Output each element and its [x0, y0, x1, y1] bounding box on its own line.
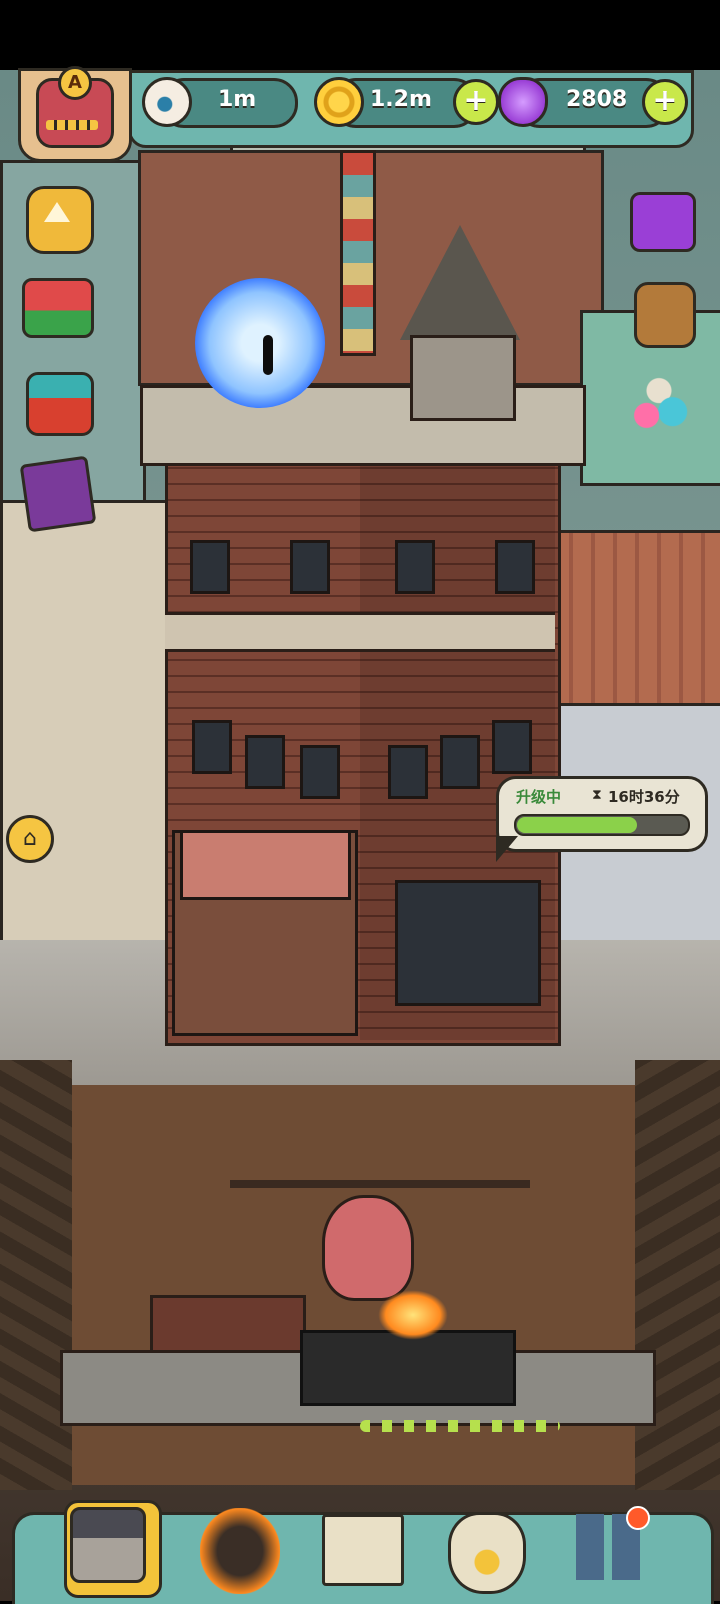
add-coins-button[interactable]: +	[453, 79, 499, 125]
kitchen-shelf	[230, 1180, 530, 1188]
coin-bag-icon[interactable]	[448, 1512, 526, 1594]
tower-window	[440, 735, 480, 789]
tower-cornice	[165, 612, 555, 652]
eggs-icon[interactable]	[628, 372, 690, 434]
tower-window	[290, 540, 330, 594]
kitchen-stove	[300, 1330, 516, 1406]
building-icon[interactable]	[70, 1507, 146, 1583]
backpack-icon[interactable]	[634, 282, 696, 348]
tower-window	[495, 540, 535, 594]
coin-icon	[314, 77, 364, 127]
octopus-chef[interactable]	[322, 1195, 414, 1301]
level-letter: A	[58, 66, 92, 100]
tower-roof	[140, 385, 586, 466]
eyes-value: 1m	[218, 87, 257, 112]
floor-lights	[360, 1420, 560, 1432]
coins-value: 1.2m	[370, 87, 432, 112]
tower-window	[190, 540, 230, 594]
shop-window	[395, 880, 541, 1006]
tower-window	[388, 745, 428, 799]
upgrade-progress-fill	[517, 817, 637, 833]
upgrade-time-left: 16时36分	[608, 788, 680, 806]
tower-window	[395, 540, 435, 594]
portal-pupil	[263, 335, 273, 375]
bubble-tail	[496, 836, 518, 862]
rooftop-hut[interactable]	[410, 335, 516, 421]
tower-window	[300, 745, 340, 799]
add-potions-button[interactable]: +	[642, 79, 688, 125]
tower-window	[245, 735, 285, 789]
eyeball-icon	[142, 77, 192, 127]
book-icon[interactable]	[322, 1514, 404, 1586]
gift-box-icon[interactable]	[22, 278, 94, 338]
hourglass-icon: ⧗	[592, 787, 602, 803]
monster-icon[interactable]	[200, 1508, 280, 1594]
upgrade-label: 升级中	[516, 788, 562, 806]
fruit-crate-icon[interactable]	[26, 372, 94, 436]
video-tv-icon[interactable]	[630, 192, 696, 252]
hut-roof	[400, 225, 520, 340]
potion-icon	[498, 77, 548, 127]
stove-fire	[378, 1290, 448, 1340]
eye-portal[interactable]	[195, 278, 325, 408]
up-arrow-icon	[44, 202, 70, 222]
home-button[interactable]: ⌂	[6, 815, 54, 863]
tiled-roof	[548, 530, 720, 706]
level-progress-pips	[46, 120, 98, 130]
totem-pole	[340, 150, 376, 356]
tower-window	[192, 720, 232, 774]
tower-window	[492, 720, 532, 774]
notification-dot	[626, 1506, 650, 1530]
potions-value: 2808	[566, 87, 628, 112]
card-pack-icon[interactable]	[19, 455, 97, 533]
shop-sign	[180, 830, 351, 900]
